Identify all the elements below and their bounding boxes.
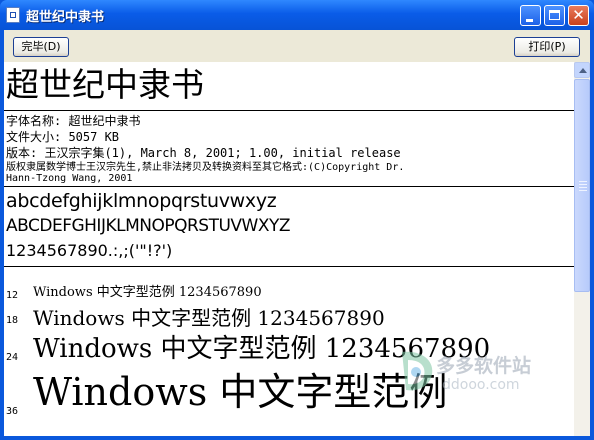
file-size-line: 文件大小: 5057 KB [6, 130, 120, 144]
grip-line [579, 190, 587, 191]
divider [4, 110, 574, 111]
maximize-button[interactable] [544, 5, 565, 26]
sample-text-36: Windows 中文字型范例 [33, 370, 448, 414]
close-button[interactable]: ✕ [568, 5, 589, 26]
print-button[interactable]: 打印(P) [514, 37, 580, 57]
vertical-scrollbar[interactable] [574, 62, 590, 436]
watermark-text: 多多软件站 [436, 355, 532, 377]
minimize-button[interactable] [520, 5, 541, 26]
uppercase-sample: ABCDEFGHIJKLMNOPQRSTUVWXYZ [6, 216, 291, 236]
lowercase-sample: abcdefghijklmnopqrstuvwxyz [6, 190, 277, 212]
font-preview-pane[interactable]: 超世纪中隶书 字体名称: 超世纪中隶书 文件大小: 5057 KB 版本: 王汉… [4, 62, 574, 436]
size-label-12: 12 [6, 290, 19, 301]
font-title: 超世纪中隶书 [6, 65, 204, 104]
grip-line [579, 184, 587, 185]
grip-line [579, 187, 587, 188]
copyright-line-2: Hann-Tzong Wang, 2001 [6, 173, 133, 184]
font-name-line: 字体名称: 超世纪中隶书 [6, 114, 141, 128]
version-line: 版本: 王汉宗字集(1), March 8, 2001; 1.00, initi… [6, 146, 401, 160]
size-label-36: 36 [6, 406, 19, 417]
title-bar[interactable]: 超世纪中隶书 ✕ [0, 0, 594, 30]
size-label-18: 18 [6, 315, 19, 326]
window-client-area: 完毕(D) 打印(P) 超世纪中隶书 字体名称: 超世纪中隶书 文件大小: 50… [4, 30, 590, 436]
size-label-24: 24 [6, 352, 19, 363]
done-button[interactable]: 完毕(D) [13, 37, 69, 57]
divider [4, 266, 574, 267]
watermark-url: ddooo.com [442, 377, 520, 393]
sample-text-12: Windows 中文字型范例 1234567890 [33, 285, 262, 300]
watermark: 多多软件站 ddooo.com [396, 348, 566, 398]
font-viewer-window: 超世纪中隶书 ✕ 完毕(D) 打印(P) 超世纪中隶书 字体名称: 超世纪中隶书… [0, 0, 594, 440]
close-icon: ✕ [572, 6, 585, 24]
digits-sample: 1234567890.:,;('"!?') [6, 241, 173, 260]
divider [4, 186, 574, 187]
copyright-line: 版权隶属数学博士王汉宗先生,禁止非法拷贝及转换资料至其它格式:(C)Copyri… [6, 162, 405, 173]
scrollbar-thumb[interactable] [574, 79, 590, 292]
toolbar: 完毕(D) 打印(P) [4, 30, 590, 62]
ddooo-logo-icon [402, 351, 433, 391]
window-title: 超世纪中隶书 [26, 10, 105, 25]
grip-line [579, 181, 587, 182]
font-file-icon [6, 7, 20, 23]
sample-text-18: Windows 中文字型范例 1234567890 [33, 306, 385, 330]
scroll-up-button[interactable] [574, 62, 590, 78]
